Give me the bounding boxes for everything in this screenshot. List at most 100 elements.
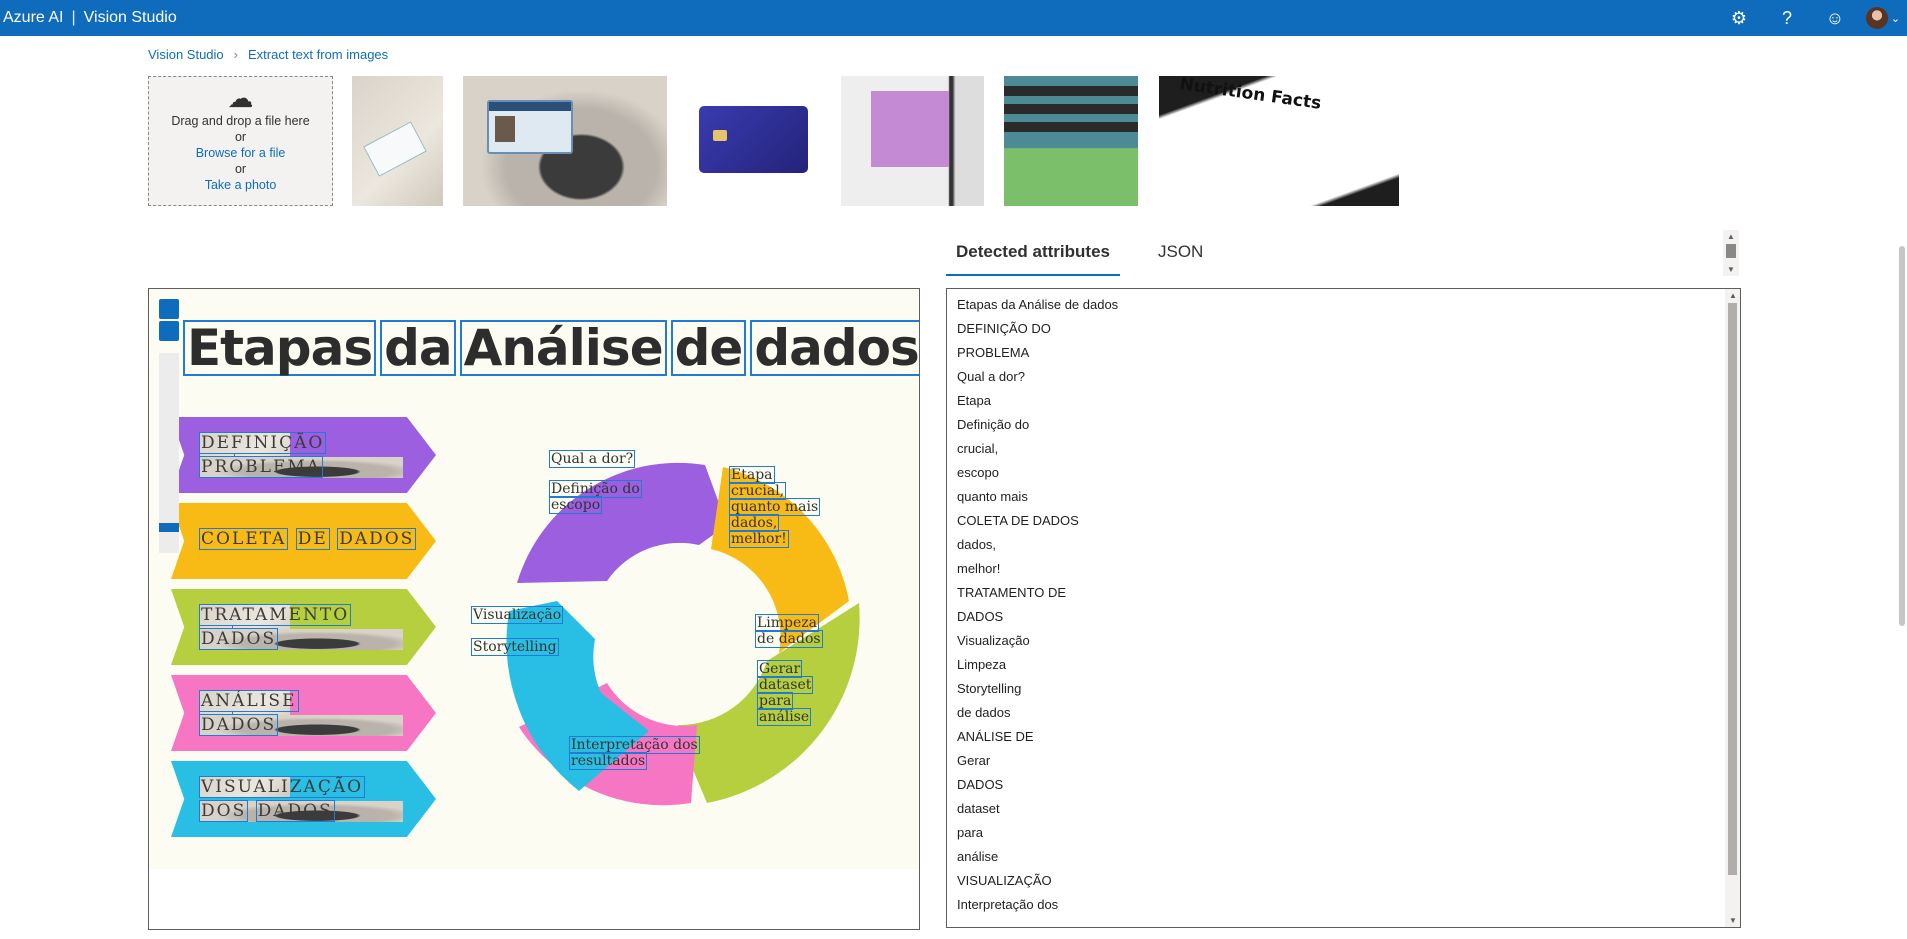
- zoom-out-button[interactable]: [159, 321, 179, 341]
- scroll-down-icon[interactable]: ▼: [1727, 265, 1735, 274]
- tabs-scrollbar-thumb[interactable]: [1726, 244, 1736, 258]
- detected-text-line: Interpretação dos: [957, 897, 1059, 912]
- detected-text-line: Qual a dor?: [957, 369, 1025, 384]
- breadcrumb-extract-text[interactable]: Extract text from images: [248, 47, 388, 62]
- upload-drag-text: Drag and drop a file here: [171, 114, 310, 128]
- tabs-scrollbar[interactable]: ▲ ▼: [1723, 230, 1739, 276]
- arrow-line: DADOS: [199, 628, 403, 650]
- ring-svg: [506, 462, 860, 806]
- ring-label-qual-a-dor: Qual a dor?: [549, 450, 636, 468]
- image-preview: EtapasdaAnálisededados DEFINIÇÃO DO PROB…: [148, 288, 920, 930]
- ocr-box: TRATAMENTO: [199, 604, 352, 626]
- results-scrollbar[interactable]: ▲ ▼: [1725, 289, 1740, 927]
- ring-label-definicao: Definição do: [549, 480, 642, 498]
- settings-icon[interactable]: ⚙: [1715, 0, 1763, 36]
- brand-separator: |: [71, 9, 76, 26]
- ocr-box: DADOS: [337, 528, 417, 550]
- id-badge-shape: [487, 100, 573, 154]
- detected-text-line: Storytelling: [957, 681, 1022, 696]
- take-photo-link[interactable]: Take a photo: [149, 177, 332, 193]
- upload-dropzone[interactable]: ☁ Drag and drop a file here or Browse fo…: [148, 76, 333, 206]
- ring-label-escopo: escopo: [549, 496, 603, 514]
- detected-text-line: DADOS: [957, 609, 1004, 624]
- card-chip: [713, 130, 727, 141]
- tab-json[interactable]: JSON: [1148, 236, 1213, 276]
- detected-text-line: quanto mais: [957, 489, 1028, 504]
- poster-band: [1004, 86, 1138, 96]
- step-arrow-analise: ANÁLISE DE DADOS: [171, 675, 436, 751]
- detected-text-line: VISUALIZAÇÃO: [957, 873, 1052, 888]
- step-arrow-coleta: COLETA DE DADOS: [171, 503, 436, 579]
- sample-id-card-on-table[interactable]: [352, 76, 443, 206]
- ring-label-yellow: Etapa crucial, quanto mais dados, melhor…: [729, 466, 821, 548]
- detected-text-line: melhor!: [957, 561, 1001, 576]
- detected-text-line: de dados: [957, 705, 1011, 720]
- breadcrumb-vision-studio[interactable]: Vision Studio: [148, 47, 224, 62]
- page-scrollbar-thumb[interactable]: [1899, 246, 1905, 626]
- arrow-line: DOS DADOS: [199, 800, 403, 822]
- ocr-box: DADOS: [255, 800, 335, 822]
- detected-text-line: Gerar: [957, 753, 991, 768]
- chevron-right-icon: ›: [233, 47, 238, 62]
- scroll-up-icon[interactable]: ▲: [1729, 291, 1737, 300]
- sample-bicycle-poster[interactable]: [1004, 76, 1138, 206]
- id-card-shape: [363, 121, 427, 177]
- ocr-box: COLETA: [199, 528, 289, 550]
- zoom-slider[interactable]: [159, 353, 179, 553]
- zoom-slider-handle[interactable]: [159, 523, 179, 532]
- ocr-box: DE: [295, 528, 330, 550]
- ring-label-gerar: Gerar dataset para análise: [757, 660, 814, 726]
- step-arrow-tratamento: TRATAMENTO DE DADOS: [171, 589, 436, 665]
- arrow-line: PROBLEMA: [199, 456, 403, 478]
- detected-text-line: para: [957, 825, 984, 840]
- detected-text-line: dados,: [957, 537, 997, 552]
- sample-nutrition-label[interactable]: Nutrition Facts: [1159, 76, 1399, 206]
- header-actions: ⚙ ? ☺ ⌄: [1715, 0, 1907, 36]
- ocr-box: ANÁLISE: [199, 690, 299, 712]
- step-arrow-visualizacao: VISUALIZAÇÃO DOS DADOS: [171, 761, 436, 837]
- detected-text-line: TRATAMENTO DE: [957, 585, 1067, 600]
- arrow-line: DADOS: [199, 714, 403, 736]
- ocr-box: Qual a dor?: [549, 450, 636, 468]
- sample-person-holding-id[interactable]: [463, 76, 667, 206]
- poster-band: [1004, 122, 1138, 132]
- feedback-smiley-icon[interactable]: ☺: [1811, 0, 1859, 36]
- detected-text-line: PROBLEMA: [957, 345, 1030, 360]
- ocr-box: de dados: [755, 630, 823, 648]
- brand-azure-ai: Azure AI: [3, 9, 64, 26]
- sample-sticky-note[interactable]: [841, 76, 984, 206]
- detected-text-line: análise: [957, 849, 999, 864]
- scroll-up-icon[interactable]: ▲: [1727, 232, 1735, 241]
- avatar: [1865, 7, 1888, 29]
- ocr-box: Etapas: [183, 320, 377, 376]
- ocr-box: DEFINIÇÃO: [199, 432, 327, 454]
- user-avatar[interactable]: ⌄: [1859, 0, 1907, 36]
- page-scrollbar[interactable]: [1897, 76, 1907, 636]
- ocr-box: escopo: [549, 496, 603, 514]
- breadcrumb: Vision Studio › Extract text from images: [148, 47, 388, 62]
- ocr-box: DADOS: [199, 714, 279, 736]
- ring-label-storytelling: Storytelling: [471, 638, 559, 656]
- top-bar: Azure AI | Vision Studio ⚙ ? ☺ ⌄: [0, 0, 1907, 36]
- ring-label-visualizacao: Visualização: [471, 606, 564, 624]
- ocr-box: Visualização: [471, 606, 564, 624]
- ocr-box: dados: [750, 320, 919, 376]
- sticky-note-shape: [871, 91, 949, 167]
- tab-detected-attributes[interactable]: Detected attributes: [946, 236, 1120, 276]
- sample-credit-card[interactable]: [675, 76, 825, 206]
- help-icon[interactable]: ?: [1763, 0, 1811, 36]
- chevron-down-icon: ⌄: [1890, 12, 1901, 25]
- detected-text-line: dataset: [957, 801, 1000, 816]
- detected-text-line: Limpeza: [957, 657, 1007, 672]
- ocr-box: PROBLEMA: [199, 456, 324, 478]
- step-arrow-definicao: DEFINIÇÃO DO PROBLEMA: [171, 417, 436, 493]
- zoom-in-button[interactable]: [159, 299, 179, 319]
- detected-text-list: Etapas da Análise de dados DEFINIÇÃO DO PR…: [947, 289, 1740, 917]
- scroll-down-icon[interactable]: ▼: [1729, 916, 1737, 925]
- credit-card-shape: [699, 106, 808, 173]
- browse-file-link[interactable]: Browse for a file: [149, 145, 332, 161]
- brand[interactable]: Azure AI | Vision Studio: [0, 9, 177, 27]
- badge-photo: [495, 116, 515, 142]
- results-scrollbar-thumb[interactable]: [1728, 303, 1737, 875]
- poster-band: [1004, 104, 1138, 114]
